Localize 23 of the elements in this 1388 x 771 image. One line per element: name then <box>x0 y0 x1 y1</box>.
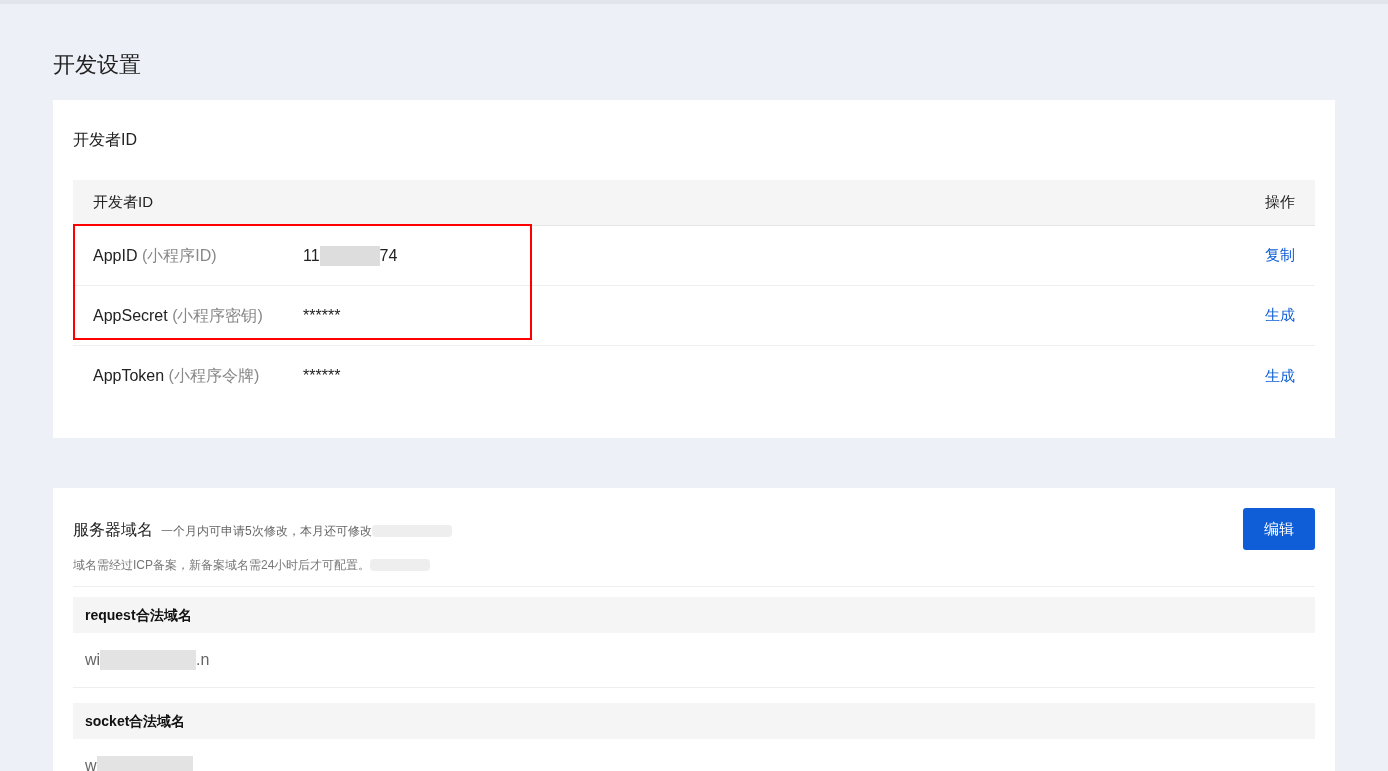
hint-text: 域名需经过ICP备案，新备案域名需24小时后才可配置。 <box>73 557 371 574</box>
card-title: 服务器域名 <box>73 520 153 540</box>
domain-value: wi <box>85 650 101 670</box>
field-value: ****** <box>303 366 341 386</box>
field-label: AppToken (小程序令牌) <box>93 366 261 386</box>
edit-button[interactable]: 编辑 <box>1243 508 1315 550</box>
domain-value: .n <box>196 650 210 670</box>
card-title: 开发者ID <box>73 130 137 150</box>
section-heading: request合法域名 <box>85 605 192 625</box>
section-heading: socket合法域名 <box>85 711 186 731</box>
hint-text: 一个月内可申请5次修改，本月还可修改 <box>161 523 372 540</box>
column-header: 开发者ID <box>93 192 153 213</box>
action-link[interactable]: 复制 <box>1265 244 1295 267</box>
page-title: 开发设置 <box>53 51 141 79</box>
action-link[interactable]: 生成 <box>1265 304 1295 327</box>
field-value: 74 <box>379 245 398 266</box>
domain-value: w <box>85 756 97 771</box>
field-value: 11 <box>303 245 320 266</box>
field-label: AppSecret (小程序密钥) <box>93 305 264 326</box>
action-link[interactable]: 生成 <box>1265 364 1295 388</box>
field-label: AppID (小程序ID) <box>93 245 218 266</box>
field-value: ****** <box>303 305 341 326</box>
column-header: 操作 <box>1265 192 1295 213</box>
